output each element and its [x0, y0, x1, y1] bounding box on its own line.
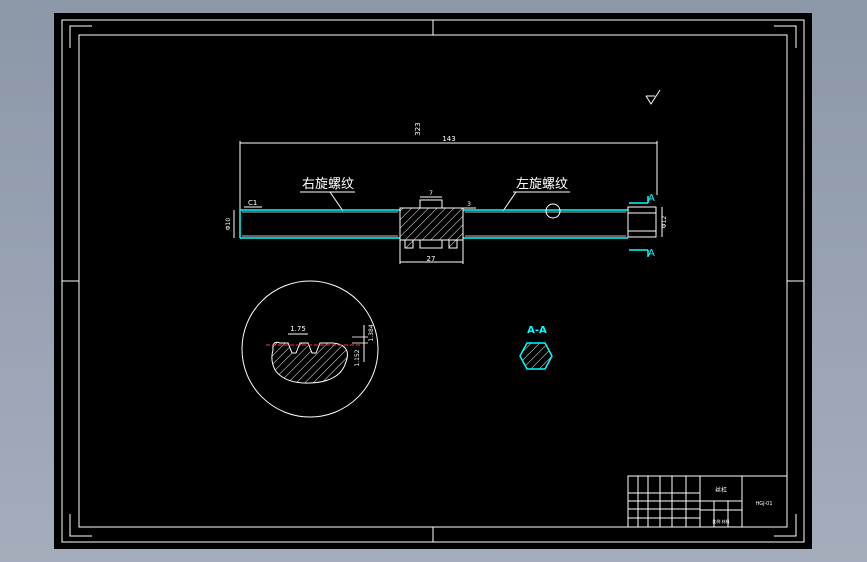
section-marker-bottom: A — [648, 248, 655, 259]
dim-step-side: 3 — [467, 201, 471, 208]
right-thread-label: 右旋螺纹 — [302, 177, 354, 192]
title-part-name: 丝杠 — [715, 486, 727, 494]
dim-inner-length: 143 — [442, 135, 455, 143]
hex-section — [519, 342, 553, 370]
dim-step-small: 7 — [429, 190, 433, 197]
cad-drawing-canvas: 323 143 右旋螺纹 左旋螺纹 C1 Φ10 27 7 3 A A Φ12 … — [54, 13, 812, 549]
chamfer-label: C1 — [248, 199, 257, 207]
dim-hub-width: 27 — [427, 255, 436, 263]
section-title: A-A — [527, 325, 547, 336]
drawing-sheet — [54, 13, 812, 549]
dim-overall-length: 323 — [414, 122, 422, 135]
dim-diameter-right: Φ12 — [661, 216, 668, 229]
title-small-cells: 比例 材料 — [712, 518, 729, 524]
dim-diameter-left: Φ10 — [225, 218, 232, 231]
title-drawing-number: HGJ-01 — [755, 501, 772, 507]
left-thread-label: 左旋螺纹 — [516, 177, 568, 192]
section-marker-top: A — [648, 193, 655, 204]
dim-depth-lower: 1.152 — [354, 349, 361, 366]
dim-depth-upper: 1.384 — [368, 324, 375, 341]
dim-pitch: 1.75 — [290, 325, 306, 333]
